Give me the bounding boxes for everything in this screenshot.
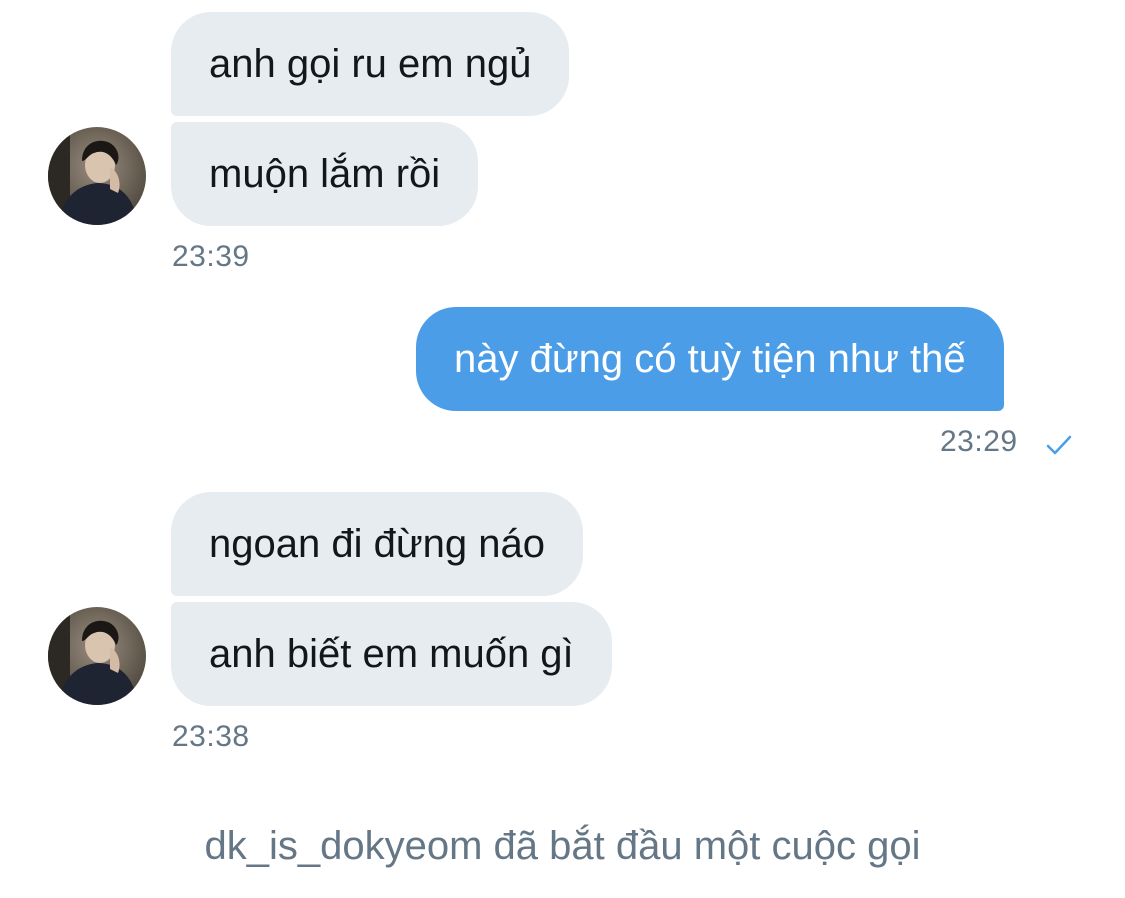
incoming-message[interactable]: muộn lắm rồi [171,122,479,226]
incoming-message[interactable]: anh biết em muốn gì [171,602,612,706]
message-timestamp: 23:38 [172,720,250,753]
avatar[interactable] [48,607,146,705]
call-started-notice: dk_is_dokyeom đã bắt đầu một cuộc gọi [204,824,921,868]
outgoing-message[interactable]: này đừng có tuỳ tiện như thế [416,307,1004,411]
incoming-message[interactable]: anh gọi ru em ngủ [171,12,570,116]
incoming-message[interactable]: ngoan đi đừng náo [171,492,583,596]
user-avatar-photo-icon [48,127,146,225]
message-timestamp: 23:39 [172,240,250,273]
message-text: này đừng có tuỳ tiện như thế [454,337,966,381]
checkmark-icon [1046,435,1072,455]
message-text: anh gọi ru em ngủ [209,42,532,86]
message-text: ngoan đi đừng náo [209,522,545,566]
avatar[interactable] [48,127,146,225]
message-timestamp: 23:29 [940,425,1018,458]
user-avatar-photo-icon [48,607,146,705]
message-text: anh biết em muốn gì [209,632,574,676]
message-text: muộn lắm rồi [209,152,441,196]
